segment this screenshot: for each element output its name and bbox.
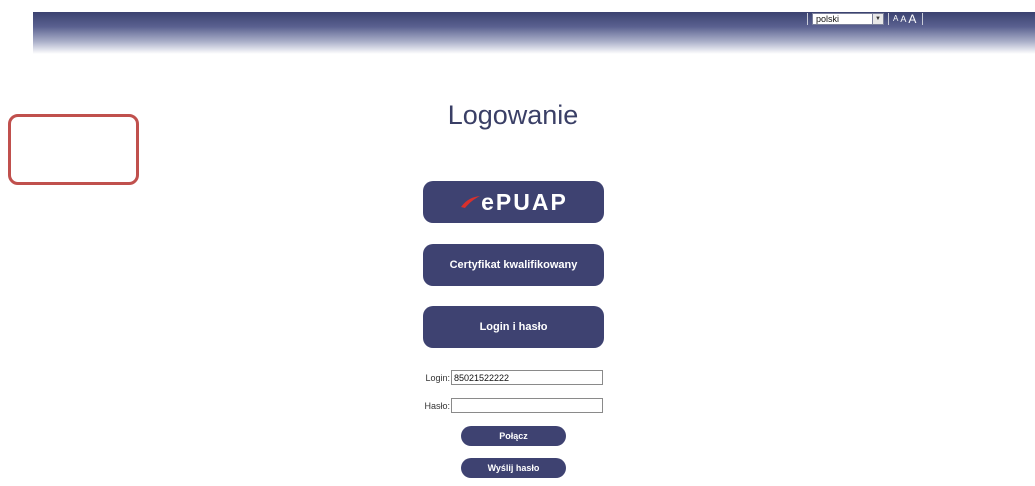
page-title: Logowanie bbox=[447, 100, 579, 130]
login-password-button[interactable]: Login i hasło bbox=[423, 306, 604, 348]
language-select[interactable]: polski ▼ bbox=[812, 13, 884, 25]
divider bbox=[807, 13, 808, 25]
login-label: Login: bbox=[425, 372, 450, 383]
highlight-frame bbox=[8, 114, 139, 185]
epuap-logo-text: ePUAP bbox=[481, 188, 568, 215]
epuap-swoosh-icon bbox=[461, 196, 481, 208]
connect-button[interactable]: Połącz bbox=[461, 426, 566, 446]
epuap-login-button[interactable]: ePUAP bbox=[423, 181, 604, 223]
login-row: Login: bbox=[410, 370, 603, 385]
language-select-value: polski bbox=[816, 14, 840, 24]
epuap-logo: ePUAP bbox=[459, 189, 568, 216]
language-bar: polski ▼ A A A bbox=[803, 12, 927, 26]
send-password-button[interactable]: Wyślij hasło bbox=[461, 458, 566, 478]
connect-button-label: Połącz bbox=[499, 431, 528, 441]
font-size-small-button[interactable]: A bbox=[893, 15, 898, 23]
login-input[interactable] bbox=[451, 370, 603, 385]
font-size-large-button[interactable]: A bbox=[908, 13, 916, 25]
password-row: Hasło: bbox=[410, 398, 603, 413]
certificate-login-label: Certyfikat kwalifikowany bbox=[449, 259, 578, 271]
chevron-down-icon[interactable]: ▼ bbox=[872, 14, 883, 24]
font-size-medium-button[interactable]: A bbox=[900, 14, 906, 24]
password-input[interactable] bbox=[451, 398, 603, 413]
divider bbox=[888, 13, 889, 25]
certificate-login-button[interactable]: Certyfikat kwalifikowany bbox=[423, 244, 604, 286]
divider bbox=[922, 13, 924, 25]
send-password-button-label: Wyślij hasło bbox=[487, 463, 540, 473]
password-label: Hasło: bbox=[424, 400, 450, 411]
login-password-label: Login i hasło bbox=[479, 321, 548, 333]
